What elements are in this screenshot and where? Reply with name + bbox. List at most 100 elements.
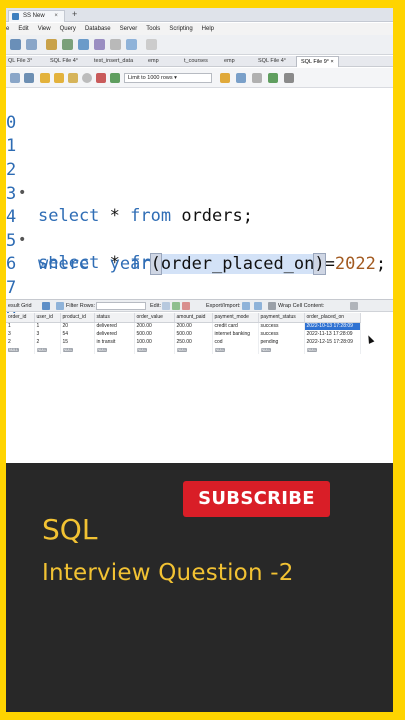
connection-tab[interactable]: SS New ×: [8, 10, 65, 22]
table-cell[interactable]: 2022-12-15 17:28:09: [304, 338, 361, 346]
export-icon[interactable]: [242, 302, 250, 310]
null-cell[interactable]: NULL: [60, 346, 95, 354]
table-cell[interactable]: delivered: [94, 322, 135, 330]
table-cell[interactable]: 500.00: [174, 330, 213, 338]
column-header[interactable]: order_id: [6, 313, 35, 323]
column-header[interactable]: payment_mode: [212, 313, 259, 323]
table-row[interactable]: 1 1 20 delivered 200.00 200.00 credit ca…: [6, 322, 361, 330]
grid-view-icon[interactable]: [42, 302, 50, 310]
edit-row-icon[interactable]: [162, 302, 170, 310]
import-icon[interactable]: [254, 302, 262, 310]
search-icon[interactable]: [146, 39, 157, 50]
beautify-icon[interactable]: [236, 73, 246, 83]
null-cell[interactable]: NULL: [212, 346, 259, 354]
menu-scripting[interactable]: Scripting: [169, 23, 192, 35]
table-cell[interactable]: 3: [34, 330, 61, 338]
new-sql-tab-icon[interactable]: [10, 39, 21, 50]
tab-emp[interactable]: emp: [148, 56, 159, 67]
execute-icon[interactable]: [40, 73, 50, 83]
delete-row-icon[interactable]: [182, 302, 190, 310]
open-sql-file-icon[interactable]: [26, 39, 37, 50]
autocommit-icon[interactable]: [110, 73, 120, 83]
null-cell[interactable]: NULL: [304, 346, 361, 354]
tab-emp-2[interactable]: emp: [224, 56, 235, 67]
menu-view[interactable]: View: [38, 23, 51, 35]
null-cell[interactable]: NULL: [6, 346, 35, 354]
find-icon[interactable]: [252, 73, 262, 83]
create-function-icon[interactable]: [126, 39, 137, 50]
table-cell[interactable]: 15: [60, 338, 95, 346]
result-grid-label[interactable]: esult Grid: [8, 300, 32, 312]
tab-sql-file-4-2[interactable]: SQL File 4°: [258, 56, 286, 67]
table-cell[interactable]: 54: [60, 330, 95, 338]
table-cell[interactable]: 200.00: [134, 322, 175, 330]
column-header[interactable]: order_value: [134, 313, 175, 323]
null-cell[interactable]: NULL: [94, 346, 135, 354]
tab-t-courses[interactable]: t_courses: [184, 56, 208, 67]
column-header[interactable]: user_id: [34, 313, 61, 323]
table-cell[interactable]: 100.00: [134, 338, 175, 346]
column-header[interactable]: status: [94, 313, 135, 323]
menu-database[interactable]: Database: [85, 23, 111, 35]
table-cell[interactable]: 1: [6, 322, 35, 330]
create-table-icon[interactable]: [78, 39, 89, 50]
result-grid[interactable]: order_id user_id product_id status order…: [6, 313, 393, 358]
tab-sql-file-4[interactable]: SQL File 4°: [50, 56, 78, 67]
table-cell[interactable]: 1: [34, 322, 61, 330]
close-icon[interactable]: ×: [54, 13, 58, 19]
column-header[interactable]: amount_paid: [174, 313, 213, 323]
wrap-toggle-icon[interactable]: [350, 302, 358, 310]
filter-rows-input[interactable]: [96, 302, 146, 310]
create-schema-icon[interactable]: [62, 39, 73, 50]
table-cell[interactable]: cod: [212, 338, 259, 346]
column-header[interactable]: order_placed_on: [304, 313, 361, 323]
table-cell[interactable]: 2: [6, 338, 35, 346]
menu-help[interactable]: Help: [202, 23, 214, 35]
menu-tools[interactable]: Tools: [146, 23, 160, 35]
null-cell[interactable]: NULL: [174, 346, 213, 354]
explain-icon[interactable]: [68, 73, 78, 83]
add-row-icon[interactable]: [172, 302, 180, 310]
open-file-icon[interactable]: [10, 73, 20, 83]
table-cell[interactable]: success: [258, 322, 305, 330]
table-cell[interactable]: 2022-11-13 17:28:09: [304, 330, 361, 338]
table-cell[interactable]: 3: [6, 330, 35, 338]
save-icon[interactable]: [24, 73, 34, 83]
table-cell[interactable]: credit card: [212, 322, 259, 330]
new-tab-button[interactable]: +: [72, 9, 77, 19]
add-snippet-icon[interactable]: [220, 73, 230, 83]
table-cell[interactable]: delivered: [94, 330, 135, 338]
limit-rows-select[interactable]: Limit to 1000 rows ▾: [124, 73, 212, 83]
wrap-lines-icon[interactable]: [284, 73, 294, 83]
table-row[interactable]: 2 2 15 in transit 100.00 250.00 cod pend…: [6, 338, 361, 346]
create-procedure-icon[interactable]: [110, 39, 121, 50]
table-cell[interactable]: success: [258, 330, 305, 338]
menu-query[interactable]: Query: [60, 23, 76, 35]
wrap-cell-icon[interactable]: [268, 302, 276, 310]
null-cell[interactable]: NULL: [258, 346, 305, 354]
null-cell[interactable]: NULL: [134, 346, 175, 354]
execute-current-icon[interactable]: [54, 73, 64, 83]
table-cell[interactable]: internet banking: [212, 330, 259, 338]
table-cell[interactable]: in transit: [94, 338, 135, 346]
invisible-chars-icon[interactable]: [268, 73, 278, 83]
stop-icon[interactable]: [82, 73, 92, 83]
null-row[interactable]: NULL NULL NULL NULL NULL NULL NULL NULL …: [6, 346, 361, 354]
selected-cell[interactable]: 2022-10-13 17:28:09: [304, 322, 361, 330]
tab-test-insert-data[interactable]: test_insert_data: [94, 56, 133, 67]
table-cell[interactable]: 2: [34, 338, 61, 346]
inspector-icon[interactable]: [46, 39, 57, 50]
table-cell[interactable]: pending: [258, 338, 305, 346]
tab-sql-file-3[interactable]: QL File 3°: [8, 56, 32, 67]
tab-sql-file-9[interactable]: SQL File 9° ×: [296, 56, 339, 67]
table-cell[interactable]: 200.00: [174, 322, 213, 330]
table-cell[interactable]: 500.00: [134, 330, 175, 338]
menu-file[interactable]: e: [6, 23, 9, 35]
null-cell[interactable]: NULL: [34, 346, 61, 354]
table-cell[interactable]: 20: [60, 322, 95, 330]
table-row[interactable]: 3 3 54 delivered 500.00 500.00 internet …: [6, 330, 361, 338]
column-header[interactable]: payment_status: [258, 313, 305, 323]
subscribe-button[interactable]: SUBSCRIBE: [183, 481, 330, 517]
sql-editor[interactable]: 0 1 2 • select * from orders; 3 4 • sele…: [6, 89, 393, 321]
column-header[interactable]: product_id: [60, 313, 95, 323]
